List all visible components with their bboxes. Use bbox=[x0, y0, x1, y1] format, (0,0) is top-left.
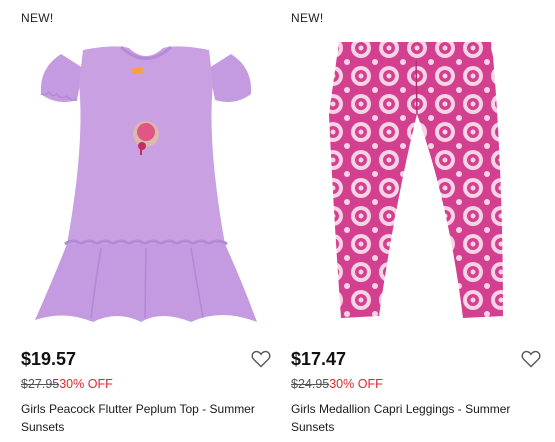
product-name-link[interactable]: Girls Peacock Flutter Peplum Top - Summe… bbox=[21, 400, 271, 436]
original-price: $24.95 bbox=[291, 377, 330, 391]
product-card[interactable]: NEW! $17.47 $24.9530% OFF Girls Medallio… bbox=[291, 0, 541, 442]
product-card[interactable]: NEW! $19.57 $27.9530% OFF Girls Peacock … bbox=[21, 0, 271, 442]
product-image-capri-leggings[interactable] bbox=[291, 34, 541, 324]
heart-outline-icon[interactable] bbox=[521, 350, 541, 368]
discount-label: 30% OFF bbox=[59, 377, 113, 391]
product-price: $17.47 bbox=[291, 349, 347, 369]
price-promo: $24.9530% OFF bbox=[291, 377, 383, 391]
discount-label: 30% OFF bbox=[329, 377, 383, 391]
heart-outline-icon[interactable] bbox=[251, 350, 271, 368]
new-badge: NEW! bbox=[21, 11, 54, 25]
original-price: $27.95 bbox=[21, 377, 60, 391]
product-name-link[interactable]: Girls Medallion Capri Leggings - Summer … bbox=[291, 400, 541, 436]
new-badge: NEW! bbox=[291, 11, 324, 25]
price-promo: $27.9530% OFF bbox=[21, 377, 113, 391]
product-price: $19.57 bbox=[21, 349, 77, 369]
product-image-peplum-top[interactable] bbox=[21, 34, 271, 324]
